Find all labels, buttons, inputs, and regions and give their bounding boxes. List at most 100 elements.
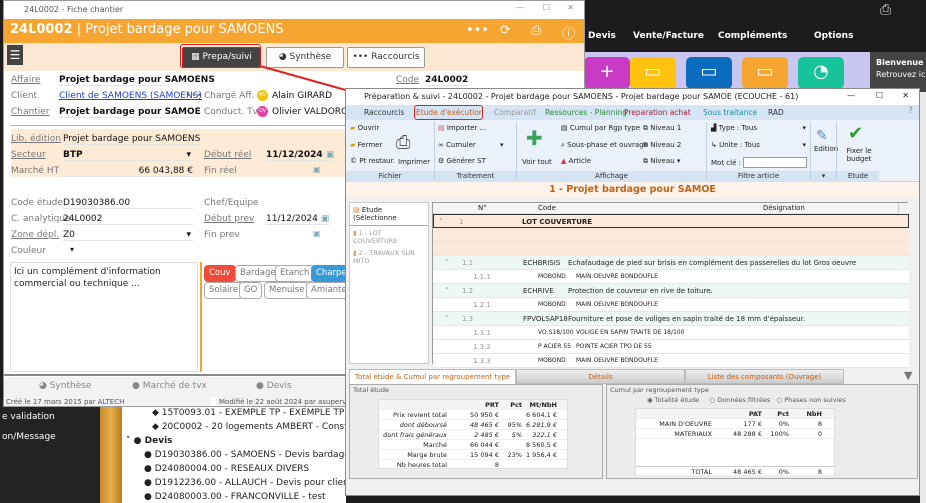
close-icon[interactable]: ✕ <box>902 91 909 100</box>
edition-icon: ✎ <box>816 128 828 144</box>
column-header[interactable]: PRT <box>485 401 499 409</box>
folder-icon: ▰ <box>350 141 356 149</box>
article-button[interactable]: ▲ Article <box>561 157 591 165</box>
table-row[interactable] <box>433 242 909 256</box>
cumuler-button[interactable]: ∞ Cumuler ▾ <box>438 141 504 149</box>
expand-chevron-icon[interactable]: ˅ <box>445 315 449 323</box>
collapse-icon[interactable]: ▼ <box>904 369 912 382</box>
unite-filter[interactable]: ↳ Unite : Tous ▾ <box>711 141 806 149</box>
cumul-rgp-button[interactable]: ▤ Cumul par Rgp type <box>561 124 640 132</box>
column-header[interactable]: NbH <box>806 410 822 418</box>
mot-cle-label: Mot clé : <box>711 159 741 167</box>
tab-sous-traitance[interactable]: Sous traitance <box>703 108 757 117</box>
tab-preparation-achat[interactable]: Preparation achat <box>624 108 691 117</box>
column-header[interactable]: Mt/NbH <box>530 401 557 409</box>
table-row[interactable]: ˅ 1.2 ECHRIVE Protection de couvreur en riv… <box>433 284 909 298</box>
tab-comparatif[interactable]: Comparatif <box>494 108 536 117</box>
level-icon: ⧉ <box>643 157 648 165</box>
row-number: 1.3.2 <box>473 343 491 351</box>
fixer-budget-button[interactable]: Fixer le budget <box>844 147 874 163</box>
study-title: 1 - Projet bardage pour SAMOE <box>346 182 919 198</box>
voir-tout-button[interactable]: Voir tout <box>522 158 552 166</box>
table-cell: 48 465 € <box>470 421 499 429</box>
minimize-icon[interactable]: — <box>847 91 855 100</box>
tab-raccourcis[interactable]: Raccourcis <box>364 108 404 117</box>
row-code: MOBOND <box>538 301 566 308</box>
table-row[interactable]: ˅ 1.1 ECHBRISIS Echafaudage de pied sur bri… <box>433 256 909 270</box>
cumuler-icon: ∞ <box>438 141 444 149</box>
importer-button[interactable]: ▤ Importer ... <box>438 124 486 132</box>
tree-item-lot2[interactable]: ▮ 2 - TRAVAUX SUR MITO <box>350 248 428 266</box>
table-row[interactable]: 1.3.1 VO S18/100 VOLIGE EN SAPIN TRAITE DE… <box>433 326 909 340</box>
table-cell: 0% <box>778 468 789 476</box>
window-title: Préparation & suivi - 24L0002 - Projet b… <box>364 92 799 101</box>
table-cell: 0 <box>817 430 822 438</box>
row-code: MOBOND <box>538 357 566 364</box>
ouvrir-button[interactable]: ▰ Ouvrir <box>350 124 379 132</box>
row-number: 1.3 <box>462 315 474 323</box>
table-total-row: TOTAL 48 465 € 0% 8 <box>636 466 834 476</box>
table-cell: MATERIAUX <box>674 430 712 438</box>
table-row[interactable]: ˅ 1 LOT COUVERTURE <box>433 214 909 228</box>
help-icon[interactable]: ? <box>908 106 913 116</box>
table-cell: 15 094 € <box>470 451 499 459</box>
table-row[interactable]: 1.3.2 P ACIER 55 POINTE ACIER TPO DE 55 <box>433 340 909 354</box>
expand-chevron-icon[interactable]: ˅ <box>439 218 443 226</box>
column-header[interactable]: PAT <box>749 410 762 418</box>
generer-st-button[interactable]: ⚙ Générer ST <box>438 157 486 165</box>
mot-cle-input[interactable] <box>743 157 807 168</box>
radio-filtrees[interactable]: ○ Données filtrées <box>710 396 771 404</box>
niveau2-button[interactable]: ⧉ Niveau 2 <box>643 141 681 150</box>
tree-item-lot1[interactable]: ▮ 1 - LOT COUVERTURE <box>350 226 428 248</box>
restore-point-button[interactable]: © Pt restaur. <box>350 157 395 165</box>
imprimer-button[interactable]: Imprimer <box>398 158 430 166</box>
table-cell: 8 <box>817 468 822 476</box>
expand-chevron-icon[interactable]: ˅ <box>445 287 449 295</box>
edition-button[interactable]: Edition <box>814 145 838 153</box>
tab-rad[interactable]: RAD <box>768 108 784 117</box>
cumul-legend: Cumul par regroupement type <box>610 386 709 394</box>
row-designation: Protection de couvreur en rive de toitur… <box>568 287 713 295</box>
sous-phase-button[interactable]: ⌕ Sous-phase et ouvrage <box>561 141 648 150</box>
tab-details[interactable]: Détails <box>516 369 685 384</box>
row-code: FPVOLSAP18 <box>523 315 568 323</box>
group-affichage: Affichage <box>517 171 706 182</box>
group-traitement: Traitement <box>435 171 516 182</box>
table-row[interactable]: 1.3.3 MOBOND MAIN OEUVRE BONDOUFLE <box>433 354 909 368</box>
fermer-button[interactable]: ▰ Fermer <box>350 141 382 149</box>
row-designation: MAIN OEUVRE BONDOUFLE <box>576 273 658 280</box>
column-header[interactable]: Pct <box>510 401 522 409</box>
niveau-dropdown[interactable]: ⧉ Niveau ▾ <box>643 157 680 166</box>
table-cell: 177 € <box>743 420 762 428</box>
table-row[interactable]: 1.2.1 MOBOND MAIN OEUVRE BONDOUFLE <box>433 298 909 312</box>
radio-phases[interactable]: ○ Phases non suivies <box>777 396 846 404</box>
table-row[interactable]: 1.1.1 MOBOND MAIN OEUVRE BONDOUFLE <box>433 270 909 284</box>
check-budget-icon: ✔ <box>848 123 864 144</box>
group-etude: Etude <box>837 171 879 182</box>
maximize-icon[interactable]: ☐ <box>876 91 883 100</box>
table-row[interactable]: ˅ 1.3 FPVOLSAP18 Fourniture et pose de voli… <box>433 312 909 326</box>
header-n[interactable]: N° <box>478 204 487 212</box>
group-expand[interactable]: ▾ <box>811 171 836 182</box>
total-etude-legend: Total étude <box>353 386 390 394</box>
table-cell: Nb heures total <box>396 461 447 469</box>
expand-chevron-icon[interactable]: ˅ <box>445 259 449 267</box>
study-tree: ▤ Etude (Sélectionne ▮ 1 - LOT COUVERTUR… <box>349 202 429 364</box>
table-cell: 1 956,4 € <box>525 451 557 459</box>
tab-total-etude[interactable]: Total étude & Cumul par regroupement typ… <box>349 369 516 384</box>
radio-totalite[interactable]: ◉ Totalité étude <box>647 396 699 404</box>
import-icon: ▤ <box>438 124 445 132</box>
table-cell: 100% <box>770 430 789 438</box>
type-filter[interactable]: ▟ Type : Tous ▾ <box>711 124 806 132</box>
header-code[interactable]: Code <box>538 204 556 212</box>
row-number: 1.1 <box>462 259 474 267</box>
tab-ressources-planning[interactable]: Ressources - Planning <box>545 108 627 117</box>
row-number: 1.2.1 <box>473 301 491 309</box>
niveau1-button[interactable]: ⧉ Niveau 1 <box>643 124 681 133</box>
column-header[interactable]: Pct <box>777 410 789 418</box>
header-designation[interactable]: Désignation <box>763 204 805 212</box>
row-number: 1.1.1 <box>473 273 491 281</box>
group-filtre: Filtre article <box>707 171 810 182</box>
tab-composants[interactable]: Liste des composants (Ouvrage) <box>685 369 844 384</box>
table-row[interactable] <box>433 228 909 242</box>
